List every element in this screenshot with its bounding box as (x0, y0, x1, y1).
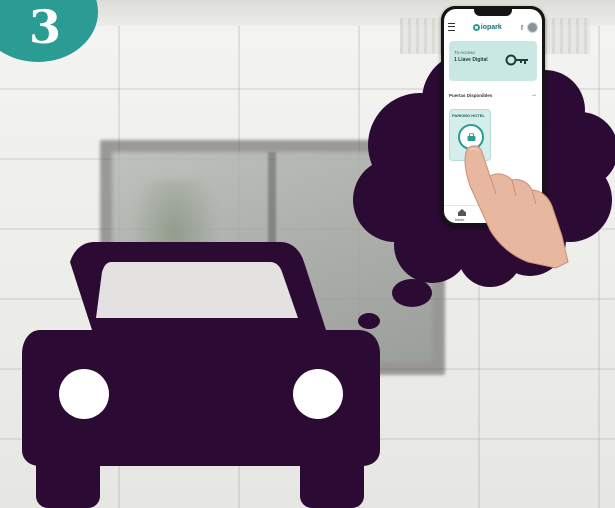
car-icon (22, 242, 380, 508)
scene: 3 iopark ⚷ Tu Acceso 1 Llave Digital Pue… (0, 0, 615, 508)
car-windshield (96, 262, 298, 318)
car-headlight-right (293, 369, 343, 419)
car-headlight-left (59, 369, 109, 419)
